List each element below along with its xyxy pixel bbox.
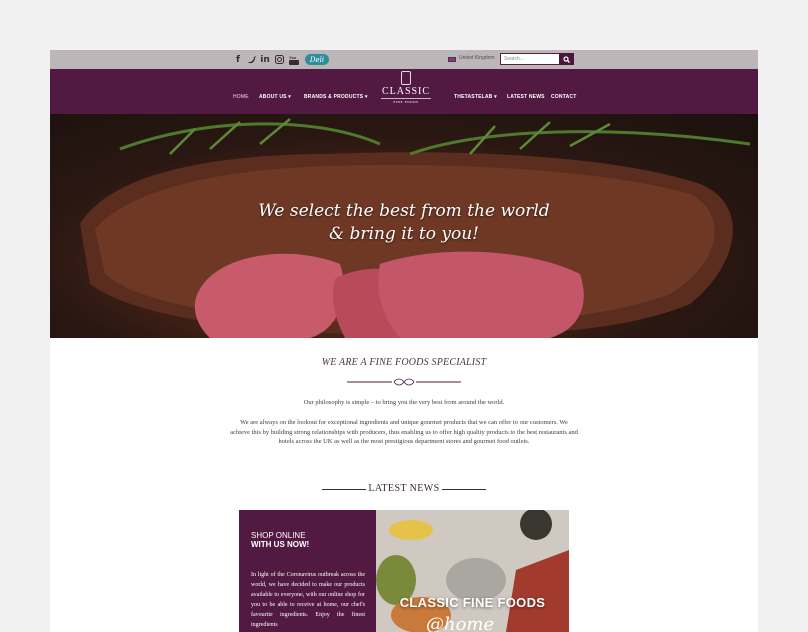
logo-tagline: FINE FOODS: [381, 98, 431, 104]
linkedin-icon[interactable]: in: [260, 53, 270, 66]
news-heading-rule-right: [442, 489, 486, 490]
card-title: SHOP ONLINE WITH US NOW!: [251, 531, 309, 549]
instagram-icon[interactable]: [274, 53, 284, 66]
hero-caption: We select the best from the world & brin…: [50, 200, 758, 246]
page: f in You Deli United Kingdom Search... H…: [50, 50, 758, 632]
deli-badge[interactable]: Deli: [305, 54, 329, 65]
nav-tastelab[interactable]: THETASTELAB ▾: [454, 94, 497, 100]
logo-name: CLASSIC: [381, 86, 431, 97]
hero-banner: We select the best from the world & brin…: [50, 114, 758, 338]
nav-contact[interactable]: CONTACT: [551, 94, 576, 100]
top-bar: f in You Deli United Kingdom Search...: [50, 50, 758, 69]
hero-line-2: & bring it to you!: [329, 224, 479, 244]
svg-text:You: You: [289, 55, 297, 60]
facebook-icon[interactable]: f: [234, 53, 242, 66]
logo-mark-icon: [401, 71, 411, 85]
nav-home[interactable]: HOME: [233, 94, 249, 100]
intro-paragraph-1: Our philosophy is simple – to bring you …: [303, 399, 505, 406]
search-button[interactable]: [559, 53, 574, 65]
nav-latest-news[interactable]: LATEST NEWS: [507, 94, 545, 100]
nav-brands-label: BRANDS & PRODUCTS: [304, 94, 364, 100]
intro-heading: WE ARE A FINE FOODS SPECIALIST: [321, 357, 487, 368]
card-image[interactable]: CLASSIC FINE FOODS @home: [376, 510, 569, 632]
logo[interactable]: CLASSIC FINE FOODS: [381, 71, 431, 111]
nav-about-label: ABOUT US: [259, 94, 287, 100]
nav-tastelab-label: THETASTELAB: [454, 94, 493, 100]
search-input[interactable]: Search...: [500, 53, 560, 65]
uk-flag-icon[interactable]: [448, 57, 456, 62]
twitter-icon[interactable]: [246, 53, 256, 66]
nav-about[interactable]: ABOUT US ▾: [259, 94, 291, 100]
search-icon: [563, 55, 570, 63]
youtube-icon[interactable]: You: [288, 53, 300, 66]
ornament-divider-icon: [347, 378, 461, 386]
nav-brands[interactable]: BRANDS & PRODUCTS ▾: [304, 94, 368, 100]
card-image-title: CLASSIC FINE FOODS: [399, 595, 546, 610]
card-text: In light of the Coronavirus outbreak acr…: [251, 572, 365, 628]
news-card[interactable]: SHOP ONLINE WITH US NOW! In light of the…: [239, 510, 569, 632]
card-title-line-2: WITH US NOW!: [251, 540, 310, 549]
news-heading: LATEST NEWS: [368, 483, 440, 494]
card-image-script: @home: [426, 614, 495, 632]
region-selector[interactable]: United Kingdom: [459, 55, 495, 61]
hero-line-1: We select the best from the world: [258, 201, 550, 221]
intro-paragraph-2: We are always on the lookout for excepti…: [230, 419, 578, 445]
card-title-line-1: SHOP ONLINE: [251, 531, 306, 540]
main-nav: HOME ABOUT US ▾ BRANDS & PRODUCTS ▾ CLAS…: [50, 69, 758, 114]
